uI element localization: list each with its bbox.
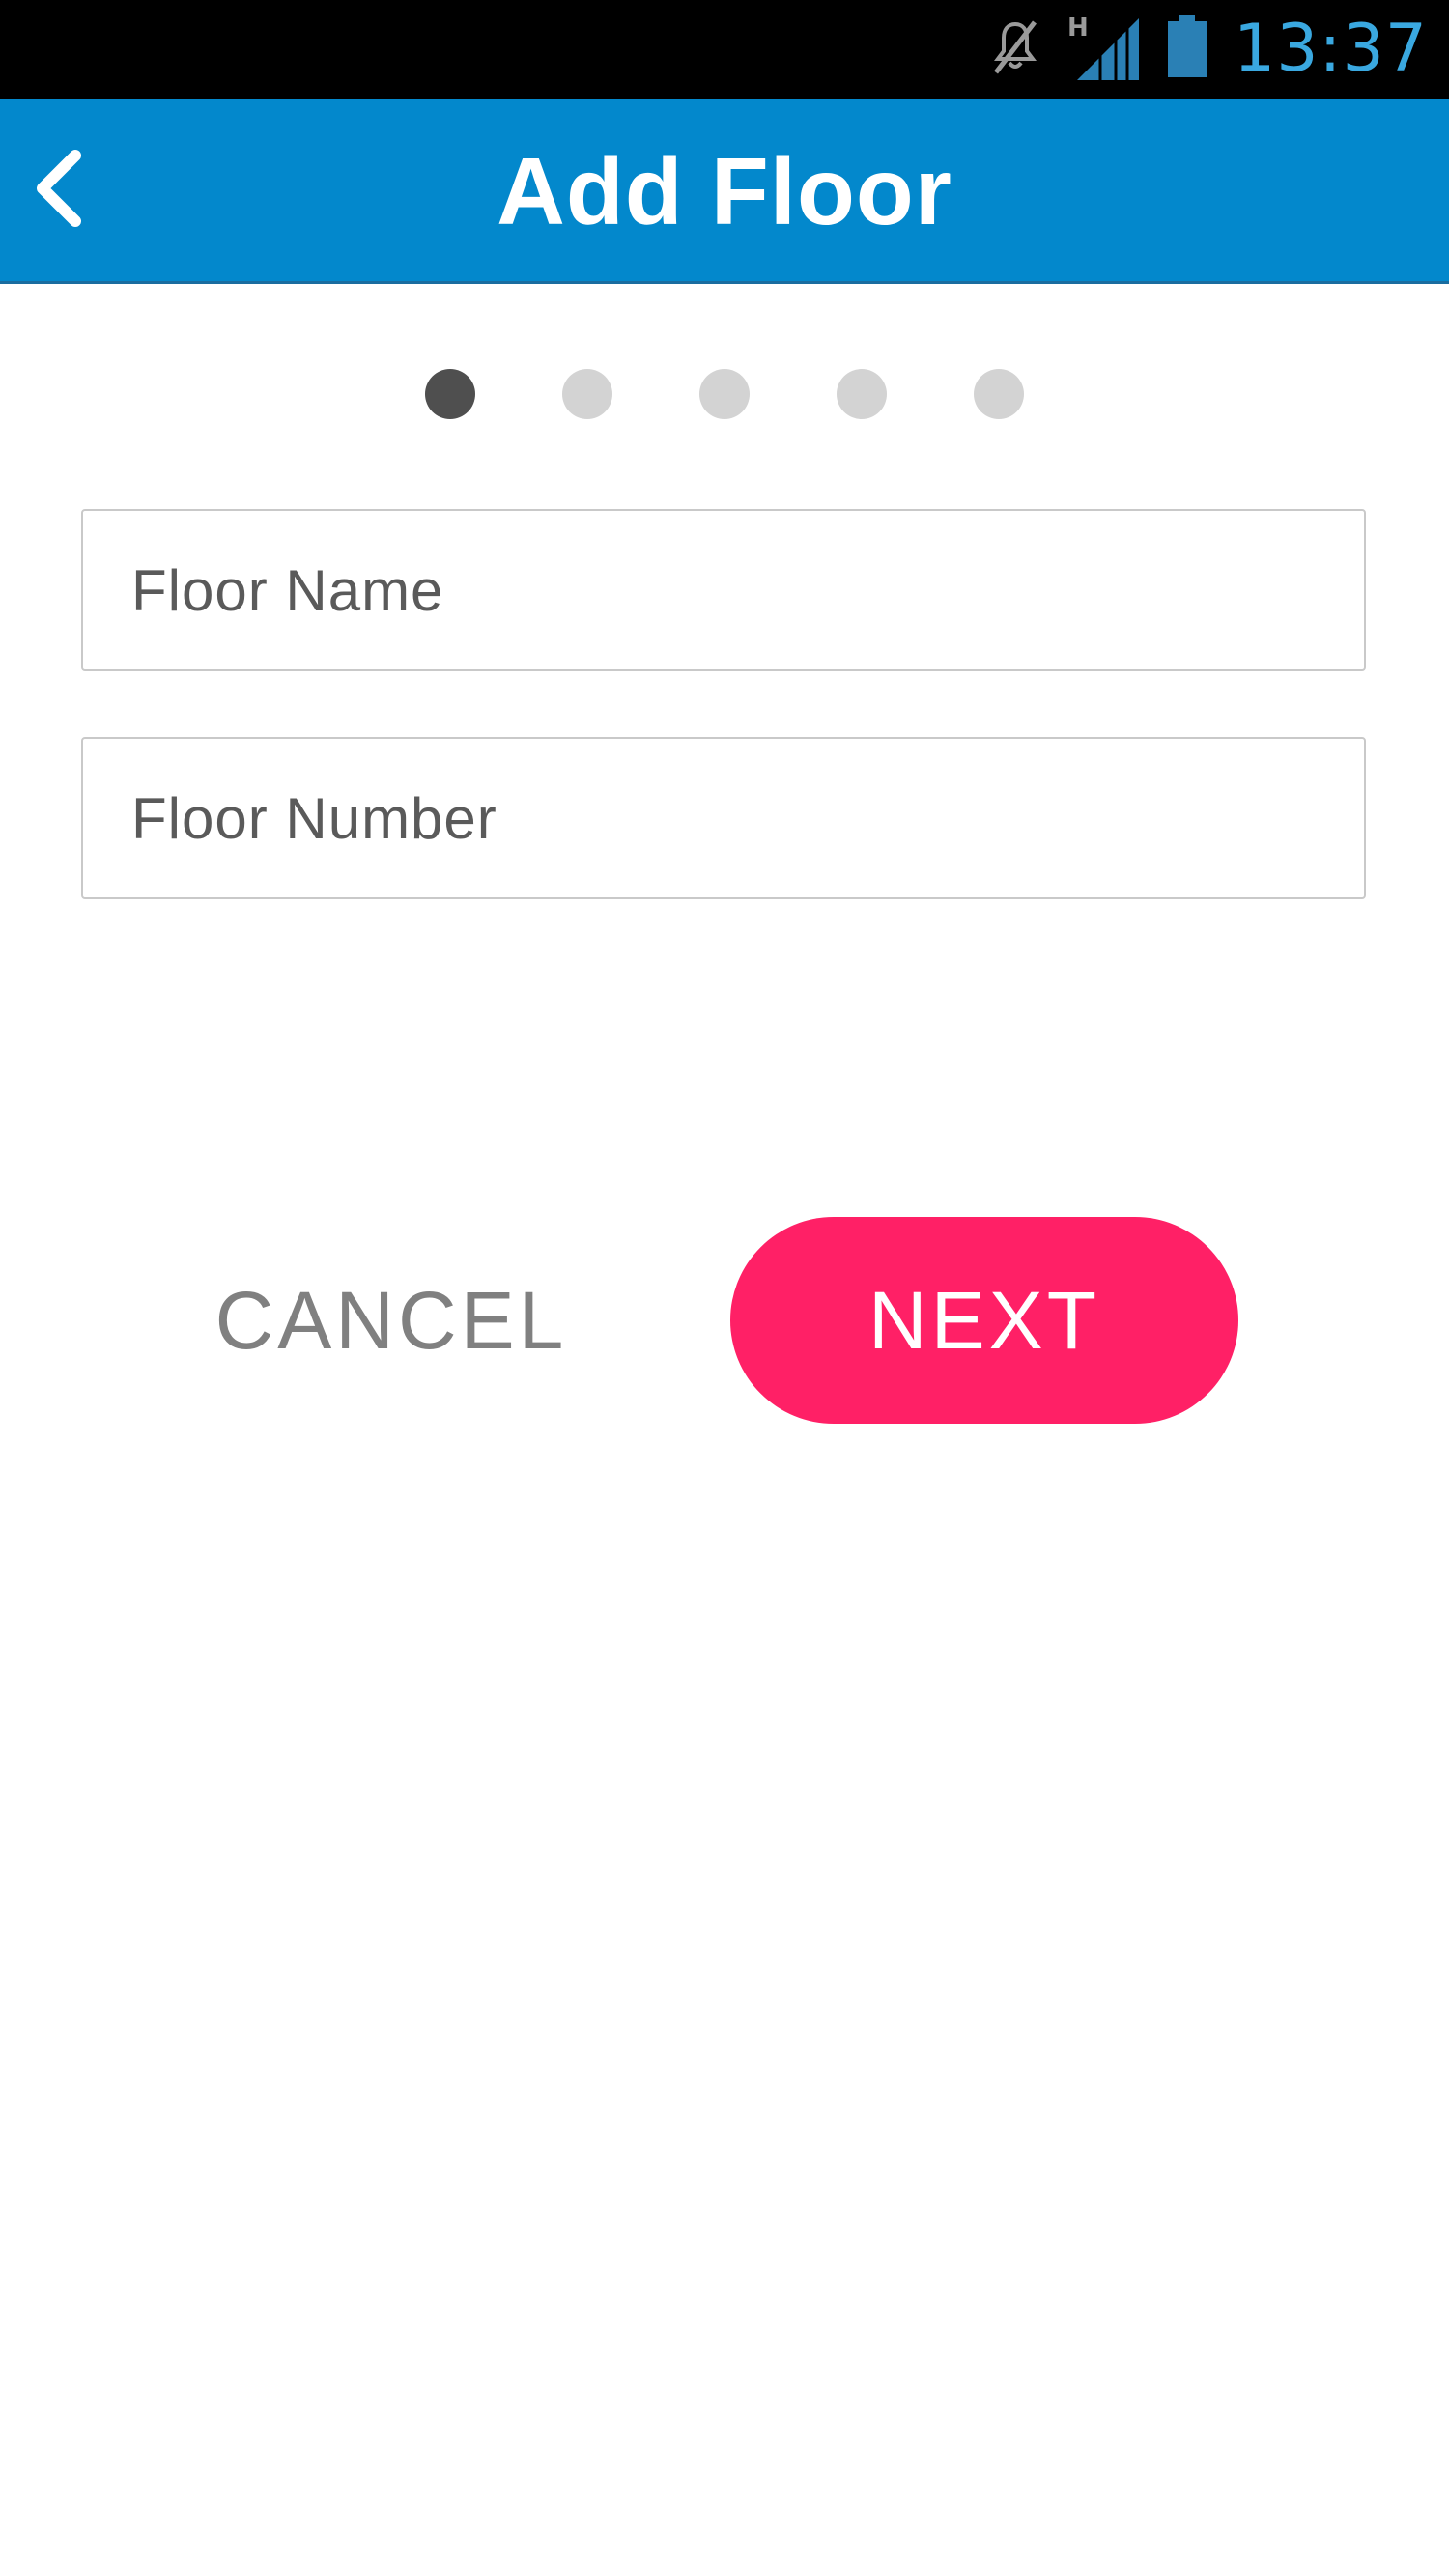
cancel-button[interactable]: CANCEL <box>193 1219 589 1422</box>
page-title: Add Floor <box>497 137 952 244</box>
next-button[interactable]: NEXT <box>730 1217 1238 1424</box>
floor-name-input[interactable] <box>129 510 1364 670</box>
signal-h-icon: H <box>1067 13 1141 87</box>
app-bar: Add Floor <box>0 99 1449 284</box>
floor-number-field-container <box>81 737 1366 899</box>
step-dot-4 <box>837 369 887 419</box>
status-icons: H 13:37 <box>988 0 1428 99</box>
add-floor-screen: H 13:37 Add Floor Floor Name Floor Numbe… <box>0 0 1449 2576</box>
status-time: 13:37 <box>1234 11 1428 87</box>
step-dot-3 <box>699 369 750 419</box>
step-dot-1 <box>425 369 475 419</box>
floor-number-input[interactable] <box>129 738 1364 898</box>
step-dot-5 <box>974 369 1024 419</box>
floor-name-field-container <box>81 509 1366 671</box>
mute-icon <box>988 16 1042 83</box>
battery-icon <box>1166 14 1208 84</box>
step-dot-2 <box>562 369 612 419</box>
svg-text:H: H <box>1067 14 1089 42</box>
step-indicator <box>0 369 1449 421</box>
status-bar: H 13:37 <box>0 0 1449 99</box>
